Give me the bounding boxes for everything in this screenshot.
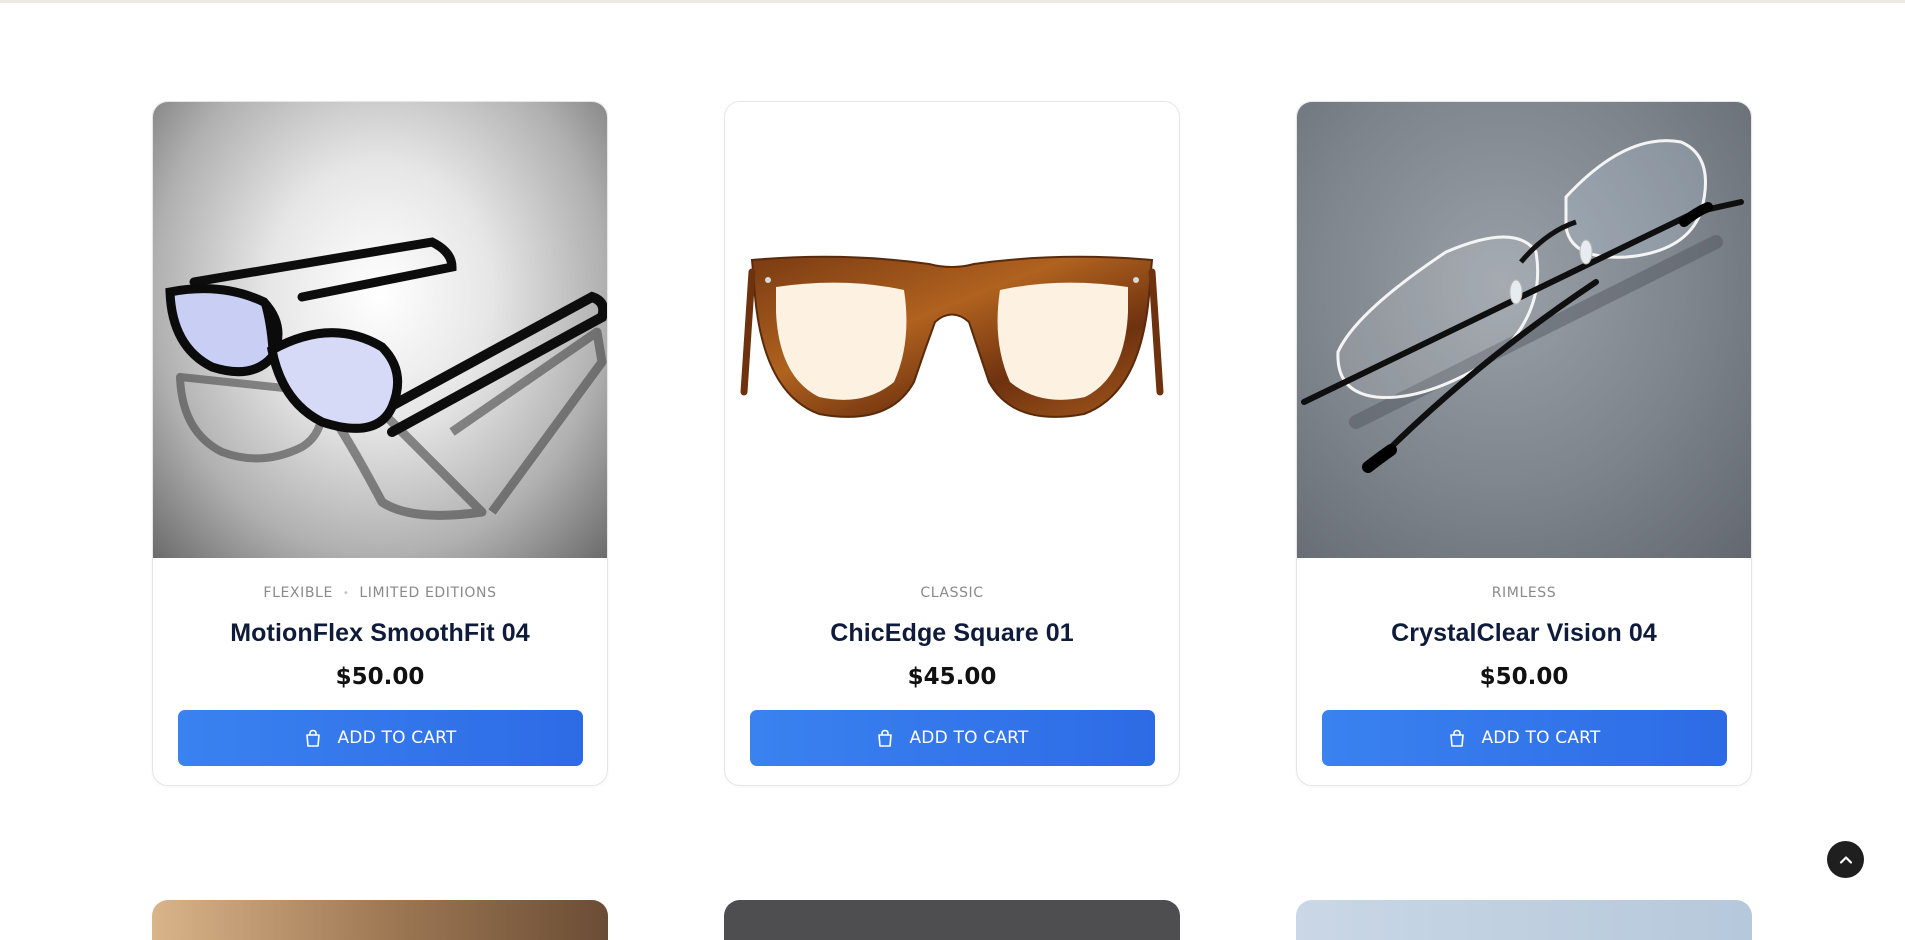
tag-separator: •: [342, 587, 350, 599]
shopping-bag-icon: [306, 729, 321, 747]
shopping-bag-icon: [1450, 729, 1465, 747]
product-image[interactable]: [725, 102, 1179, 558]
shopping-bag-icon: [878, 729, 893, 747]
product-image[interactable]: [1297, 102, 1751, 558]
product-card: FLEXIBLE • LIMITED EDITIONS MotionFlex S…: [152, 101, 608, 786]
product-card-partial[interactable]: [152, 900, 608, 940]
product-price: $50.00: [335, 664, 425, 690]
product-name[interactable]: CrystalClear Vision 04: [1391, 619, 1657, 648]
tortoise-glasses-illustration: [740, 255, 1164, 418]
rimless-glasses-illustration: [1301, 139, 1744, 473]
add-to-cart-label: ADD TO CART: [337, 728, 457, 748]
product-tags: CLASSIC: [920, 584, 983, 602]
product-card: RIMLESS CrystalClear Vision 04 $50.00 AD…: [1296, 101, 1752, 786]
tag-label[interactable]: RIMLESS: [1492, 585, 1557, 601]
product-tags: RIMLESS: [1492, 584, 1557, 602]
product-card-partial[interactable]: [1296, 900, 1752, 940]
next-product-row: [152, 900, 1752, 940]
black-glasses-illustration: [165, 237, 607, 520]
product-tags: FLEXIBLE • LIMITED EDITIONS: [263, 584, 496, 602]
product-grid: FLEXIBLE • LIMITED EDITIONS MotionFlex S…: [152, 101, 1752, 786]
chevron-up-icon: [1839, 855, 1852, 864]
product-card: CLASSIC ChicEdge Square 01 $45.00 ADD TO…: [724, 101, 1180, 786]
header-divider: [0, 0, 1905, 3]
product-price: $50.00: [1479, 664, 1569, 690]
back-to-top-button[interactable]: [1827, 841, 1864, 878]
product-price: $45.00: [907, 664, 997, 690]
add-to-cart-button[interactable]: ADD TO CART: [177, 710, 583, 766]
add-to-cart-button[interactable]: ADD TO CART: [1321, 710, 1727, 766]
product-image[interactable]: [153, 102, 607, 558]
product-name[interactable]: MotionFlex SmoothFit 04: [230, 619, 530, 648]
product-name[interactable]: ChicEdge Square 01: [830, 619, 1074, 648]
product-card-partial[interactable]: [724, 900, 1180, 940]
tag-label[interactable]: LIMITED EDITIONS: [359, 585, 496, 601]
tag-label[interactable]: FLEXIBLE: [263, 585, 332, 601]
tag-label[interactable]: CLASSIC: [920, 585, 983, 601]
add-to-cart-label: ADD TO CART: [1481, 728, 1601, 748]
add-to-cart-label: ADD TO CART: [909, 728, 1029, 748]
add-to-cart-button[interactable]: ADD TO CART: [749, 710, 1155, 766]
